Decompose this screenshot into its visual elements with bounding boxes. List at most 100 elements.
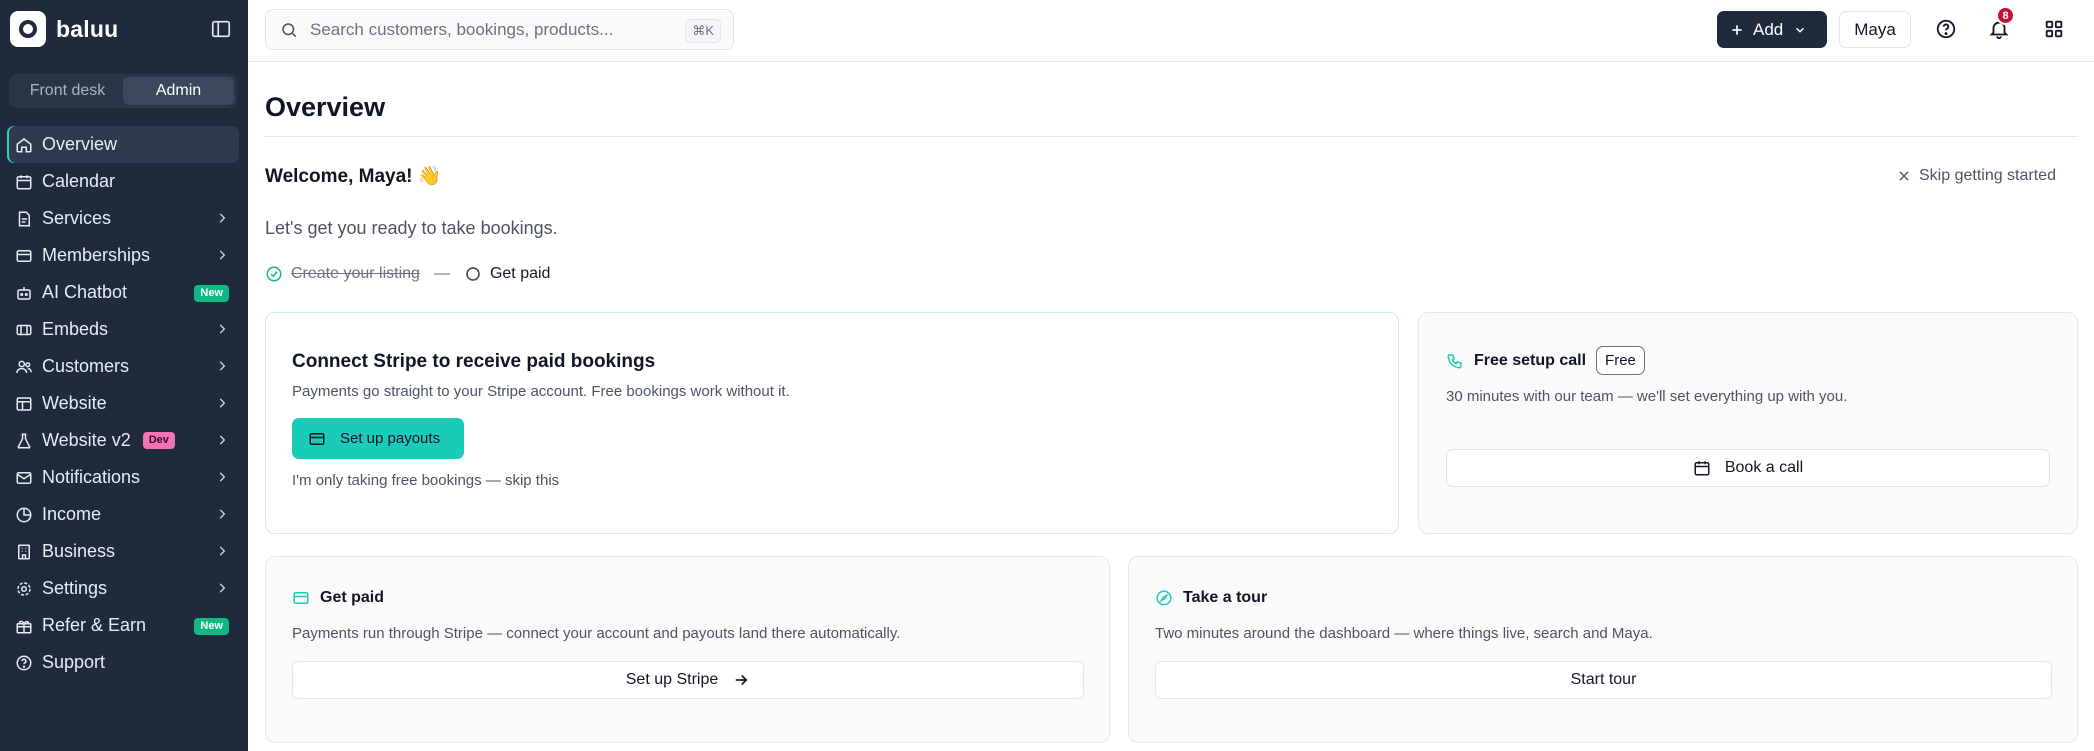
sidebar-item-ai-chatbot[interactable]: AI Chatbot New	[7, 274, 239, 311]
search-shortcut: ⌘K	[685, 19, 721, 43]
check-circle-icon	[266, 266, 282, 282]
sidebar-item-label: Income	[42, 504, 102, 524]
sidebar-item-label: AI Chatbot	[42, 282, 128, 302]
sidebar-item-refer-earn[interactable]: Refer & Earn New	[7, 607, 239, 644]
chevron-right-icon	[219, 472, 226, 482]
sidebar-toggle-icon[interactable]	[210, 18, 232, 40]
new-badge: New	[194, 618, 229, 635]
sidebar-item-income[interactable]: Income	[7, 496, 239, 533]
skip-free-bookings-link[interactable]: I'm only taking free bookings — skip thi…	[292, 472, 559, 489]
chevron-right-icon	[219, 546, 226, 556]
card-text: 30 minutes with our team — we'll set eve…	[1446, 388, 1848, 405]
building-icon	[18, 544, 30, 559]
brand-name: baluu	[56, 15, 119, 42]
sidebar-item-services[interactable]: Services	[7, 200, 239, 237]
take-a-tour-card: Take a tour Two minutes around the dashb…	[1128, 556, 2078, 743]
title-divider	[265, 136, 2078, 137]
sidebar-item-embeds[interactable]: Embeds	[7, 311, 239, 348]
chevron-right-icon	[219, 324, 226, 334]
search-icon	[282, 22, 297, 37]
add-button[interactable]: Add	[1717, 11, 1827, 48]
get-paid-card: Get paid Payments run through Stripe — c…	[265, 556, 1110, 743]
brand[interactable]: baluu	[10, 11, 118, 47]
sidebar-item-support[interactable]: Support	[7, 644, 239, 681]
start-tour-button[interactable]: Start tour	[1155, 661, 2052, 699]
chevron-right-icon	[219, 250, 226, 260]
sidebar-item-label: Embeds	[42, 319, 109, 339]
users-icon	[16, 360, 32, 373]
close-icon	[1899, 171, 1909, 181]
add-button-label: Add	[1753, 19, 1784, 39]
sidebar-nav: Overview Calendar Services Memberships A…	[7, 126, 239, 681]
membership-card-icon	[16, 249, 32, 262]
maya-assistant-button[interactable]: Maya	[1839, 11, 1911, 48]
compass-icon	[1156, 590, 1172, 606]
set-up-stripe-button[interactable]: Set up Stripe	[292, 661, 1084, 699]
card-text: Payments run through Stripe — connect yo…	[292, 625, 901, 642]
sidebar-item-label: Notifications	[42, 467, 141, 487]
page-title: Overview	[265, 92, 386, 122]
credit-card-icon	[309, 432, 325, 445]
gear-icon	[17, 581, 31, 596]
card-title-row: Get paid	[292, 589, 384, 607]
sidebar-item-customers[interactable]: Customers	[7, 348, 239, 385]
baluu-logo-icon	[10, 11, 46, 47]
card-title: Connect Stripe to receive paid bookings	[292, 351, 656, 372]
arrow-right-icon	[736, 674, 748, 686]
card-title-row: Take a tour	[1155, 589, 1267, 607]
dev-badge: Dev	[142, 432, 175, 449]
sidebar-item-label: Support	[42, 652, 106, 672]
free-setup-call-card: Free setup call Free 30 minutes with our…	[1418, 312, 2078, 534]
sidebar-item-overview[interactable]: Overview	[7, 126, 239, 163]
card-title: Take a tour	[1183, 589, 1268, 606]
skip-getting-started-button[interactable]: Skip getting started	[1897, 167, 2056, 185]
apps-grid-icon[interactable]	[2043, 18, 2065, 40]
step-separator: —	[433, 265, 450, 282]
new-badge: New	[194, 285, 229, 302]
card-text: Two minutes around the dashboard — where…	[1155, 625, 1653, 642]
search-input[interactable]	[310, 19, 670, 40]
flask-icon	[17, 433, 31, 449]
calendar-icon	[16, 174, 32, 189]
mode-front-desk[interactable]: Front desk	[12, 77, 123, 105]
mode-admin[interactable]: Admin	[123, 77, 234, 105]
notification-count-badge: 8	[1996, 6, 2015, 25]
card-title: Get paid	[320, 589, 385, 606]
sidebar-item-label: Customers	[42, 356, 130, 376]
button-label: Set up Stripe	[625, 671, 719, 688]
chevron-right-icon	[219, 361, 226, 371]
gift-icon	[16, 620, 32, 633]
chevron-right-icon	[219, 435, 226, 445]
skip-label: Skip getting started	[1919, 167, 2056, 184]
sidebar-item-settings[interactable]: Settings	[7, 570, 239, 607]
search-box[interactable]: ⌘K	[265, 9, 734, 50]
book-a-call-button[interactable]: Book a call	[1446, 449, 2050, 487]
mode-switch: Front desk Admin	[9, 74, 237, 108]
chevron-right-icon	[219, 398, 226, 408]
button-label: Start tour	[1570, 671, 1637, 688]
onboarding-steps: Create your listing — Get paid	[265, 265, 550, 283]
sidebar-item-label: Business	[42, 541, 116, 561]
sidebar-item-calendar[interactable]: Calendar	[7, 163, 239, 200]
sidebar-item-label: Overview	[42, 134, 118, 154]
free-pill: Free	[1596, 346, 1645, 375]
sidebar-item-label: Memberships	[42, 245, 151, 265]
credit-card-icon	[293, 592, 309, 604]
sidebar-item-business[interactable]: Business	[7, 533, 239, 570]
website-icon	[16, 396, 32, 411]
chevron-right-icon	[219, 509, 226, 519]
mail-icon	[16, 471, 32, 484]
sidebar-item-website-v2[interactable]: Website v2 Dev	[7, 422, 239, 459]
chevron-right-icon	[219, 213, 226, 223]
bot-icon	[17, 286, 31, 300]
sidebar-item-notifications[interactable]: Notifications	[7, 459, 239, 496]
sidebar-item-website[interactable]: Website	[7, 385, 239, 422]
sidebar-item-memberships[interactable]: Memberships	[7, 237, 239, 274]
sidebar: baluu Front desk Admin Overview Calendar…	[0, 0, 248, 751]
connect-stripe-card: Connect Stripe to receive paid bookings …	[265, 312, 1399, 534]
set-up-payouts-button[interactable]: Set up payouts	[292, 418, 464, 459]
circle-icon	[466, 267, 480, 281]
chevron-down-icon	[1796, 27, 1805, 33]
help-icon[interactable]	[1935, 18, 1957, 40]
card-text: Payments go straight to your Stripe acco…	[292, 383, 790, 400]
